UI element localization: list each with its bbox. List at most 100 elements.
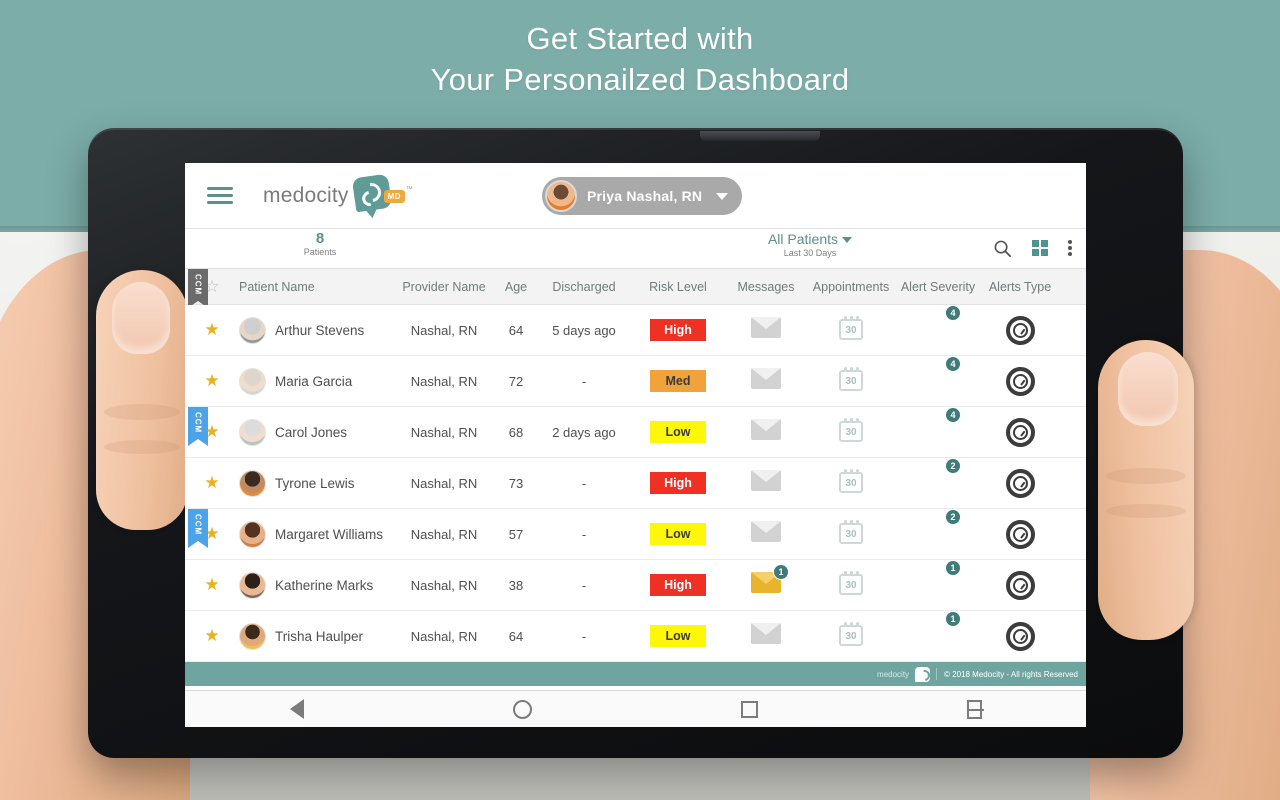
messages-cell[interactable] — [726, 470, 806, 496]
gauge-icon[interactable] — [1005, 519, 1035, 549]
table-row[interactable]: CCM ★ Carol Jones Nashal, RN 68 2 days a… — [185, 406, 1086, 458]
star-filled-icon[interactable]: ★ — [204, 575, 219, 594]
messages-cell[interactable] — [726, 623, 806, 649]
favorite-star[interactable]: ★ — [185, 474, 239, 493]
table-row[interactable]: ★ Trisha Haulper Nashal, RN 64 - Low 30 … — [185, 610, 1086, 662]
patient-name-cell[interactable]: Carol Jones — [239, 418, 394, 446]
calendar-icon[interactable]: 30 — [839, 417, 863, 442]
message-icon[interactable] — [751, 419, 781, 440]
appointments-cell[interactable]: 30 — [806, 519, 896, 549]
calendar-icon[interactable]: 30 — [839, 468, 863, 493]
table-row[interactable]: CCM ★ Margaret Williams Nashal, RN 57 - … — [185, 508, 1086, 560]
calendar-icon[interactable]: 30 — [839, 621, 863, 646]
favorite-star[interactable]: ★ — [185, 576, 239, 595]
patient-name-cell[interactable]: Katherine Marks — [239, 571, 394, 599]
col-alert-severity[interactable]: Alert Severity — [896, 280, 980, 294]
alerts-type-cell[interactable] — [980, 417, 1060, 447]
appointments-cell[interactable]: 30 — [806, 570, 896, 600]
grid-view-icon[interactable] — [1032, 240, 1048, 256]
messages-cell[interactable] — [726, 419, 806, 445]
alerts-type-cell[interactable] — [980, 315, 1060, 345]
message-icon[interactable] — [751, 521, 781, 542]
alerts-type-cell[interactable] — [980, 621, 1060, 651]
messages-cell[interactable]: 1 — [726, 564, 806, 598]
calendar-icon[interactable]: 30 — [839, 315, 863, 340]
table-row[interactable]: ★ Arthur Stevens Nashal, RN 64 5 days ag… — [185, 304, 1086, 356]
gauge-icon[interactable] — [1005, 621, 1035, 651]
calendar-icon[interactable]: 30 — [839, 519, 863, 544]
alert-severity-cell[interactable]: 1 — [896, 559, 980, 603]
star-filled-icon[interactable]: ★ — [204, 320, 219, 339]
message-icon[interactable] — [751, 470, 781, 491]
more-vertical-icon[interactable] — [1068, 238, 1072, 258]
gauge-icon[interactable] — [1005, 315, 1035, 345]
col-messages[interactable]: Messages — [726, 280, 806, 294]
severity-pie-chart[interactable]: 4 — [923, 406, 961, 445]
message-icon[interactable] — [751, 317, 781, 338]
gauge-icon[interactable] — [1005, 417, 1035, 447]
search-icon[interactable] — [993, 239, 1012, 258]
alert-severity-cell[interactable]: 4 — [896, 406, 980, 450]
calendar-icon[interactable]: 30 — [839, 570, 863, 595]
message-icon[interactable] — [751, 623, 781, 644]
appointments-cell[interactable]: 30 — [806, 315, 896, 345]
col-age[interactable]: Age — [494, 280, 538, 294]
appointments-cell[interactable]: 30 — [806, 468, 896, 498]
patient-name-cell[interactable]: Maria Garcia — [239, 367, 394, 395]
severity-pie-chart[interactable]: 1 — [923, 559, 961, 598]
home-icon[interactable] — [512, 699, 532, 719]
alerts-type-cell[interactable] — [980, 519, 1060, 549]
star-filled-icon[interactable]: ★ — [204, 371, 219, 390]
severity-pie-chart[interactable]: 2 — [923, 457, 961, 496]
calendar-icon[interactable]: 30 — [839, 366, 863, 391]
split-screen-icon[interactable] — [966, 699, 984, 719]
alert-severity-cell[interactable]: 4 — [896, 355, 980, 399]
severity-pie-chart[interactable]: 2 — [923, 508, 961, 547]
table-row[interactable]: ★ Katherine Marks Nashal, RN 38 - High 1… — [185, 559, 1086, 611]
alerts-type-cell[interactable] — [980, 570, 1060, 600]
alerts-type-cell[interactable] — [980, 366, 1060, 396]
gauge-icon[interactable] — [1005, 570, 1035, 600]
patient-name-cell[interactable]: Margaret Williams — [239, 520, 394, 548]
col-appointments[interactable]: Appointments — [806, 280, 896, 294]
favorite-star[interactable]: ★ — [185, 372, 239, 391]
col-discharged[interactable]: Discharged — [538, 280, 630, 294]
alert-severity-cell[interactable]: 2 — [896, 457, 980, 501]
ccm-ribbon[interactable]: CCM — [188, 509, 208, 548]
gauge-icon[interactable] — [1005, 366, 1035, 396]
gauge-icon[interactable] — [1005, 468, 1035, 498]
table-row[interactable]: ★ Maria Garcia Nashal, RN 72 - Med 30 4 — [185, 355, 1086, 407]
patient-filter-dropdown[interactable]: All Patients Last 30 Days — [750, 231, 870, 258]
recents-icon[interactable] — [740, 700, 758, 718]
back-icon[interactable] — [289, 699, 304, 719]
appointments-cell[interactable]: 30 — [806, 417, 896, 447]
severity-pie-chart[interactable]: 4 — [923, 304, 961, 343]
message-icon[interactable]: 1 — [751, 564, 789, 593]
alerts-type-cell[interactable] — [980, 468, 1060, 498]
table-row[interactable]: ★ Tyrone Lewis Nashal, RN 73 - High 30 2 — [185, 457, 1086, 509]
col-alerts-type[interactable]: Alerts Type — [980, 280, 1060, 294]
col-patient-name[interactable]: Patient Name — [239, 280, 394, 294]
chevron-down-icon[interactable] — [842, 237, 853, 244]
favorite-star[interactable]: ★ — [185, 627, 239, 646]
ccm-ribbon[interactable]: CCM — [188, 407, 208, 446]
col-provider-name[interactable]: Provider Name — [394, 280, 494, 294]
appointments-cell[interactable]: 30 — [806, 366, 896, 396]
messages-cell[interactable] — [726, 368, 806, 394]
messages-cell[interactable] — [726, 521, 806, 547]
favorite-star[interactable]: ★ — [185, 321, 239, 340]
message-icon[interactable] — [751, 368, 781, 389]
col-risk-level[interactable]: Risk Level — [630, 280, 726, 294]
alert-severity-cell[interactable]: 2 — [896, 508, 980, 552]
alert-severity-cell[interactable]: 1 — [896, 610, 980, 654]
severity-pie-chart[interactable]: 1 — [923, 610, 961, 649]
chevron-down-icon[interactable] — [716, 192, 729, 200]
messages-cell[interactable] — [726, 317, 806, 343]
patient-name-cell[interactable]: Arthur Stevens — [239, 316, 394, 344]
star-filled-icon[interactable]: ★ — [204, 626, 219, 645]
patient-name-cell[interactable]: Tyrone Lewis — [239, 469, 394, 497]
severity-pie-chart[interactable]: 4 — [923, 355, 961, 394]
alert-severity-cell[interactable]: 4 — [896, 304, 980, 348]
star-filled-icon[interactable]: ★ — [204, 473, 219, 492]
hamburger-icon[interactable] — [207, 183, 233, 208]
